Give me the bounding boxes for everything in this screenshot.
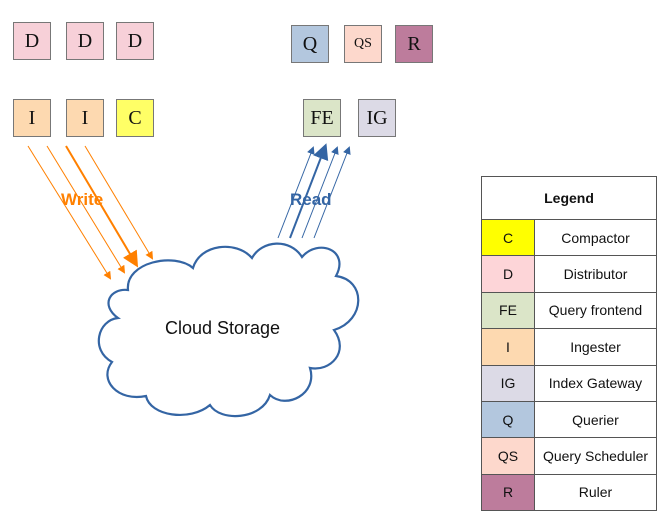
distributor-box: D xyxy=(116,22,154,60)
legend-code: R xyxy=(481,473,535,512)
legend-row: IG Index Gateway xyxy=(481,364,657,402)
query-frontend-box: FE xyxy=(303,99,341,137)
legend-name: Compactor xyxy=(534,218,657,257)
write-arrows xyxy=(27,145,154,280)
legend-name: Querier xyxy=(534,400,657,439)
ingester-box: I xyxy=(13,99,51,137)
legend-title: Legend xyxy=(481,176,657,220)
legend-name: Distributor xyxy=(534,255,657,293)
legend-code: QS xyxy=(481,437,535,475)
read-label: Read xyxy=(290,190,332,209)
legend-code: FE xyxy=(481,291,535,330)
legend-name: Ingester xyxy=(534,328,657,366)
legend-row: FE Query frontend xyxy=(481,291,657,330)
distributor-box: D xyxy=(66,22,104,60)
legend-row: QS Query Scheduler xyxy=(481,437,657,475)
legend-name: Query frontend xyxy=(534,291,657,330)
legend-code: C xyxy=(481,218,535,257)
legend-row: I Ingester xyxy=(481,328,657,366)
distributor-box: D xyxy=(13,22,51,60)
legend-code: IG xyxy=(481,364,535,402)
legend-table: Legend C Compactor D Distributor FE Query f… xyxy=(481,176,657,512)
legend-row: D Distributor xyxy=(481,255,657,293)
legend-code: D xyxy=(481,255,535,293)
legend-code: I xyxy=(481,328,535,366)
legend-code: Q xyxy=(481,400,535,439)
write-label: Write xyxy=(61,190,104,209)
query-scheduler-box: QS xyxy=(344,25,382,63)
legend-name: Index Gateway xyxy=(534,364,657,402)
write-arrow xyxy=(27,145,112,280)
cloud-storage-label: Cloud Storage xyxy=(164,318,281,338)
ingester-box: I xyxy=(66,99,104,137)
legend-row: Q Querier xyxy=(481,400,657,439)
legend-row: C Compactor xyxy=(481,218,657,257)
index-gateway-box: IG xyxy=(358,99,396,137)
ruler-box: R xyxy=(395,25,433,63)
querier-box: Q xyxy=(291,25,329,63)
compactor-box: C xyxy=(116,99,154,137)
legend-name: Ruler xyxy=(534,473,657,512)
legend-name: Query Scheduler xyxy=(534,437,657,475)
legend-row: R Ruler xyxy=(481,473,657,512)
